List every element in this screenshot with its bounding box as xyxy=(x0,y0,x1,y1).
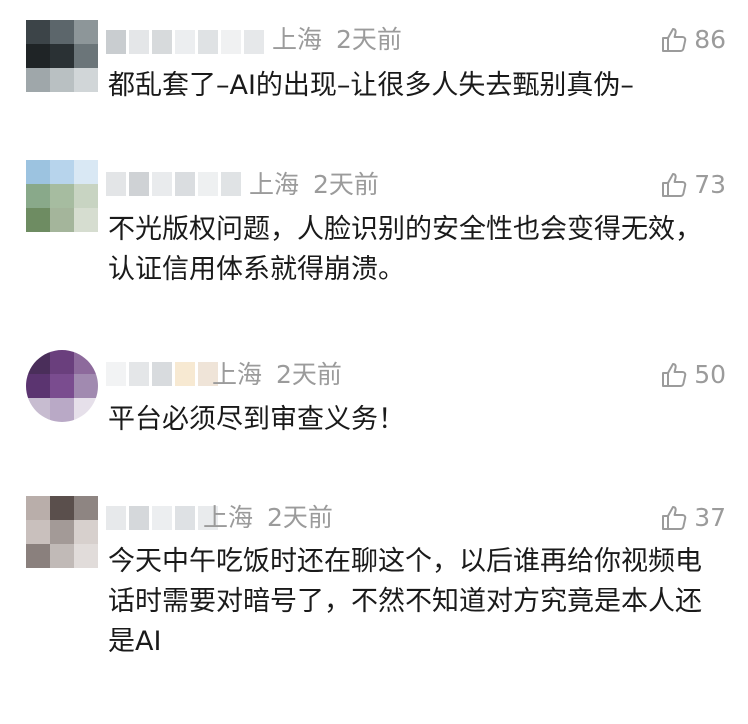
avatar-pixel xyxy=(26,184,50,208)
avatar-pixel xyxy=(26,68,50,92)
avatar-pixel xyxy=(74,544,98,568)
avatar-pixel xyxy=(74,44,98,68)
like-count: 37 xyxy=(694,503,726,532)
avatar-pixel xyxy=(26,160,50,184)
avatar-pixel xyxy=(74,374,98,398)
avatar-pixel xyxy=(26,374,50,398)
comment-text: 都乱套了–AI的出现–让很多人失去甄别真伪– xyxy=(108,70,634,101)
username-pixel xyxy=(175,30,195,54)
avatar-pixel xyxy=(50,68,74,92)
avatar-pixel xyxy=(50,184,74,208)
avatar-pixel xyxy=(50,20,74,44)
like-count: 73 xyxy=(694,170,726,199)
comment-list: { "comments": [ { "location": "上海", "tim… xyxy=(0,0,748,724)
avatar-pixel xyxy=(74,208,98,232)
username-pixel xyxy=(221,172,241,196)
username-pixel xyxy=(129,172,149,196)
location: 上海 xyxy=(212,360,263,389)
avatar-pixel xyxy=(74,496,98,520)
username-pixel xyxy=(152,30,172,54)
timestamp: 2天前 xyxy=(313,170,379,199)
comment-text: 不光版权问题，人脸识别的安全性也会变得无效，认证信用体系就得崩溃。 xyxy=(108,214,702,285)
avatar-pixel xyxy=(50,350,74,374)
avatar-pixel xyxy=(74,160,98,184)
avatar[interactable] xyxy=(26,350,98,422)
username-pixel xyxy=(244,30,264,54)
username-pixel xyxy=(198,30,218,54)
avatar-pixel xyxy=(26,496,50,520)
comment-text: 今天中午吃饭时还在聊这个，以后谁再给你视频电话时需要对暗号了，不然不知道对方究竟… xyxy=(108,546,702,657)
avatar-pixel xyxy=(26,350,50,374)
comment-meta: 上海 2天前 xyxy=(272,25,402,55)
username-pixel xyxy=(106,362,126,386)
avatar-pixel xyxy=(50,208,74,232)
username-pixel xyxy=(129,30,149,54)
username[interactable] xyxy=(106,172,241,196)
avatar[interactable] xyxy=(26,160,98,232)
avatar[interactable] xyxy=(26,496,98,568)
avatar-pixel xyxy=(50,496,74,520)
avatar-pixel xyxy=(26,398,50,422)
avatar-pixel xyxy=(50,160,74,184)
username-pixel xyxy=(152,172,172,196)
username-pixel xyxy=(198,172,218,196)
thumbs-up-icon xyxy=(660,26,688,54)
username-pixel xyxy=(152,362,172,386)
like-count: 50 xyxy=(694,360,726,389)
username-pixel xyxy=(106,30,126,54)
avatar-pixel xyxy=(50,374,74,398)
avatar-pixel xyxy=(74,398,98,422)
username-pixel xyxy=(106,172,126,196)
timestamp: 2天前 xyxy=(336,25,402,54)
avatar-pixel xyxy=(50,44,74,68)
avatar-pixel xyxy=(50,398,74,422)
comment-meta: 上海 2天前 xyxy=(249,170,379,200)
like-button[interactable]: 50 xyxy=(660,360,726,390)
comment-meta: 上海 2天前 xyxy=(212,360,342,390)
comment-text: 平台必须尽到审查义务！ xyxy=(108,404,405,435)
avatar-pixel xyxy=(74,20,98,44)
thumbs-up-icon xyxy=(660,361,688,389)
avatar-pixel xyxy=(74,184,98,208)
avatar-pixel xyxy=(26,208,50,232)
avatar-pixel xyxy=(26,20,50,44)
username-pixel xyxy=(129,506,149,530)
username-pixel xyxy=(106,506,126,530)
avatar-pixel xyxy=(26,44,50,68)
thumbs-up-icon xyxy=(660,171,688,199)
avatar-pixel xyxy=(74,520,98,544)
username-pixel xyxy=(175,172,195,196)
like-button[interactable]: 73 xyxy=(660,170,726,200)
location: 上海 xyxy=(272,25,323,54)
avatar-pixel xyxy=(50,544,74,568)
avatar-pixel xyxy=(50,520,74,544)
username-pixel xyxy=(221,30,241,54)
thumbs-up-icon xyxy=(660,504,688,532)
avatar-pixel xyxy=(26,520,50,544)
comment-meta: 上海 2天前 xyxy=(203,503,333,533)
username-pixel xyxy=(175,506,195,530)
timestamp: 2天前 xyxy=(276,360,342,389)
avatar-pixel xyxy=(74,350,98,374)
like-count: 86 xyxy=(694,25,726,54)
avatar-pixel xyxy=(74,68,98,92)
avatar-pixel xyxy=(26,544,50,568)
username-pixel xyxy=(175,362,195,386)
username[interactable] xyxy=(106,506,218,530)
avatar[interactable] xyxy=(26,20,98,92)
username[interactable] xyxy=(106,30,264,54)
username-pixel xyxy=(129,362,149,386)
username[interactable] xyxy=(106,362,218,386)
like-button[interactable]: 37 xyxy=(660,503,726,533)
location: 上海 xyxy=(249,170,300,199)
like-button[interactable]: 86 xyxy=(660,25,726,55)
username-pixel xyxy=(152,506,172,530)
location: 上海 xyxy=(203,503,254,532)
timestamp: 2天前 xyxy=(267,503,333,532)
